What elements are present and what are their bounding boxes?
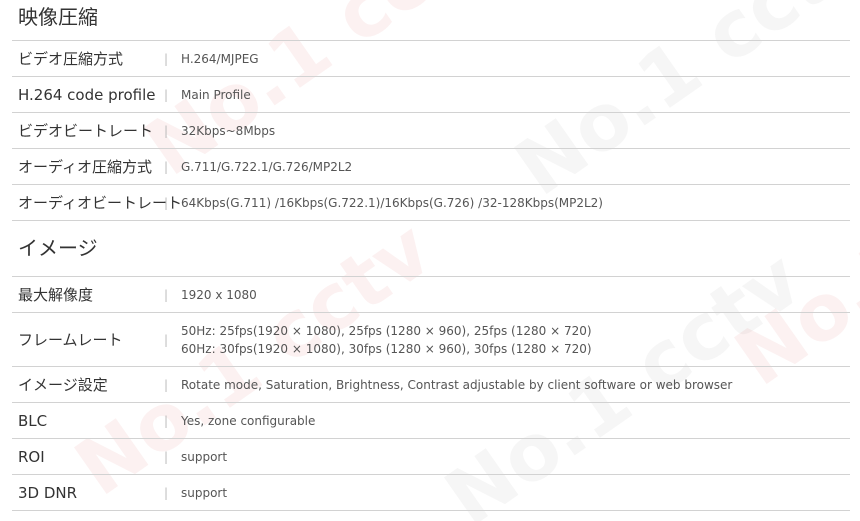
spec-row: オーディオ圧縮方式 | G.711/G.722.1/G.726/MP2L2 (12, 149, 850, 185)
spec-value: G.711/G.722.1/G.726/MP2L2 (181, 159, 353, 174)
spec-label: 3D DNR (18, 483, 78, 502)
separator: | (164, 377, 169, 392)
spec-value-line: 50Hz: 25fps(1920 × 1080), 25fps (1280 × … (181, 323, 592, 338)
section-title-image: イメージ (12, 221, 850, 277)
spec-value: 32Kbps~8Mbps (181, 123, 276, 138)
spec-label: イメージ設定 (18, 376, 108, 394)
spec-table: 映像圧縮 ビデオ圧縮方式 | H.264/MJPEG H.264 code pr… (0, 0, 860, 511)
spec-label: ビデオビートレート (18, 122, 154, 140)
separator: | (164, 332, 169, 347)
separator: | (164, 123, 169, 138)
spec-row: オーディオビートレート | 64Kbps(G.711) /16Kbps(G.72… (12, 185, 850, 221)
separator: | (164, 159, 169, 174)
spec-value: support (181, 485, 228, 500)
spec-label: BLC (18, 411, 48, 430)
spec-row: 最大解像度 | 1920 x 1080 (12, 277, 850, 313)
spec-row: ROI | support (12, 439, 850, 475)
separator: | (164, 51, 169, 66)
spec-row: フレームレート | 50Hz: 25fps(1920 × 1080), 25fp… (12, 313, 850, 367)
spec-row: ビデオビートレート | 32Kbps~8Mbps (12, 113, 850, 149)
spec-label: ROI (18, 447, 45, 466)
spec-value: Rotate mode, Saturation, Brightness, Con… (181, 377, 733, 392)
separator: | (164, 287, 169, 302)
spec-row: イメージ設定 | Rotate mode, Saturation, Bright… (12, 367, 850, 403)
separator: | (164, 485, 169, 500)
spec-value: 64Kbps(G.711) /16Kbps(G.722.1)/16Kbps(G.… (181, 195, 603, 210)
separator: | (164, 87, 169, 102)
spec-row: BLC | Yes, zone configurable (12, 403, 850, 439)
spec-value: 50Hz: 25fps(1920 × 1080), 25fps (1280 × … (181, 322, 592, 358)
spec-value: 1920 x 1080 (181, 287, 257, 302)
separator: | (164, 195, 169, 210)
separator: | (164, 413, 169, 428)
spec-label: オーディオビートレート (18, 194, 182, 212)
spec-row: 3D DNR | support (12, 475, 850, 511)
spec-label: H.264 code profile (18, 85, 156, 104)
separator: | (164, 449, 169, 464)
spec-value-line: 60Hz: 30fps(1920 × 1080), 30fps (1280 × … (181, 341, 592, 356)
section-title-video-compression: 映像圧縮 (12, 0, 850, 41)
spec-row: ビデオ圧縮方式 | H.264/MJPEG (12, 41, 850, 77)
spec-row: H.264 code profile | Main Profile (12, 77, 850, 113)
spec-value: Main Profile (181, 87, 251, 102)
spec-label: 最大解像度 (18, 286, 94, 304)
spec-value: support (181, 449, 228, 464)
spec-label: オーディオ圧縮方式 (18, 158, 152, 176)
spec-label: フレームレート (18, 331, 123, 349)
spec-label: ビデオ圧縮方式 (18, 50, 124, 68)
spec-value: H.264/MJPEG (181, 51, 259, 66)
spec-value: Yes, zone configurable (181, 413, 316, 428)
